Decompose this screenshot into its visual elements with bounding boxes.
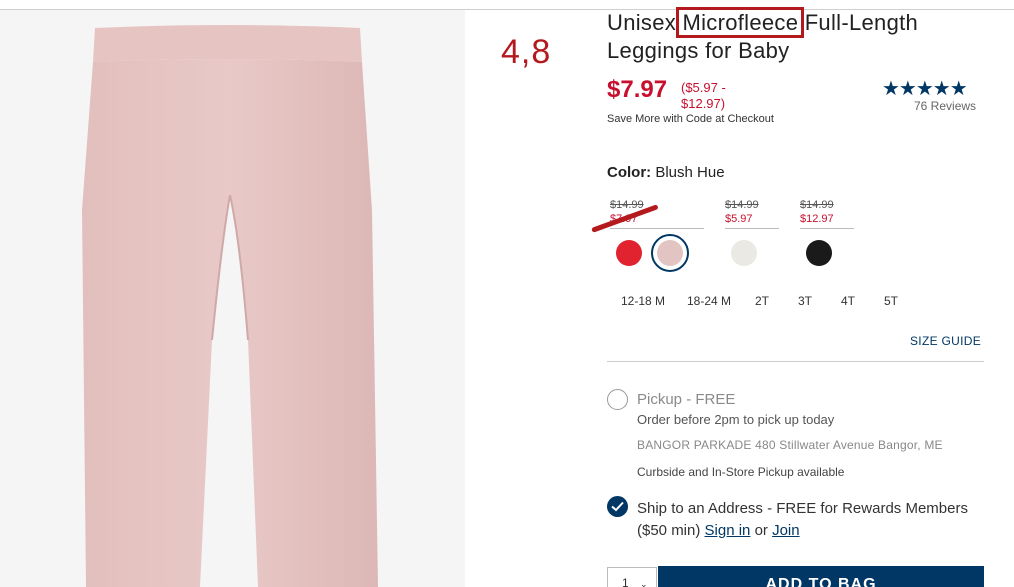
current-price: $7.97 [607, 76, 668, 103]
price-group-3: $14.99 $12.97 [800, 198, 854, 229]
size-2t[interactable]: 2T [755, 294, 769, 308]
sale-price: $5.97 [725, 213, 753, 225]
price-group-rule [725, 228, 779, 229]
quantity-value: 1 [622, 576, 629, 587]
size-12-18m[interactable]: 12-18 M [621, 294, 665, 308]
checkmark-icon [611, 501, 624, 512]
section-divider [607, 361, 984, 362]
ship-option-text: Ship to an Address - FREE for Rewards Me… [637, 498, 977, 542]
ship-or: or [754, 522, 768, 539]
promo-text: Save More with Code at Checkout [607, 113, 774, 125]
reviews-link[interactable]: 76 Reviews [914, 99, 976, 113]
price-group-1: $14.99 $7.97 [610, 198, 704, 229]
sign-in-link[interactable]: Sign in [705, 522, 751, 539]
color-label: Color: Blush Hue [607, 164, 725, 181]
leggings-image [82, 25, 378, 587]
curbside-note: Curbside and In-Store Pickup available [637, 465, 845, 479]
product-title: Unisex Microfleece Full-Length Leggings … [607, 7, 1007, 65]
swatch-black[interactable] [806, 240, 832, 266]
add-to-bag-button[interactable]: ADD TO BAG [658, 566, 984, 587]
sale-price: $12.97 [800, 213, 834, 225]
ship-option-label: Ship to an Address - FREE for Rewards Me… [637, 500, 968, 539]
price-range: ($5.97 - $12.97) [681, 80, 726, 111]
store-address[interactable]: BANGOR PARKADE 480 Stillwater Avenue Ban… [637, 438, 943, 452]
size-5t[interactable]: 5T [884, 294, 898, 308]
annotation-rating-number: 4,8 [501, 33, 552, 71]
swatch-blush-hue-selected[interactable] [651, 234, 689, 272]
price-group-2: $14.99 $5.97 [725, 198, 779, 229]
swatch-blush-hue-fill [657, 240, 683, 266]
swatch-cream[interactable] [731, 240, 757, 266]
swatch-red[interactable] [616, 240, 642, 266]
size-guide-link[interactable]: SIZE GUIDE [910, 334, 981, 348]
pickup-subtitle: Order before 2pm to pick up today [637, 412, 835, 427]
color-value: Blush Hue [655, 164, 725, 181]
price-group-rule [800, 228, 854, 229]
size-3t[interactable]: 3T [798, 294, 812, 308]
pickup-radio[interactable] [607, 389, 628, 410]
was-price: $14.99 [800, 199, 834, 211]
star-rating-icon[interactable]: ★★★★★ [882, 76, 968, 101]
size-18-24m[interactable]: 18-24 M [687, 294, 731, 308]
was-price: $14.99 [725, 199, 759, 211]
title-prefix: Unisex [607, 10, 677, 35]
product-image[interactable] [0, 10, 465, 587]
price-group-rule [610, 228, 704, 229]
quantity-select[interactable]: 1 ⌄ [607, 567, 657, 587]
join-link[interactable]: Join [772, 522, 800, 539]
title-highlight: Microfleece [676, 7, 805, 38]
ship-checkbox[interactable] [607, 496, 628, 517]
pickup-title: Pickup - FREE [637, 391, 736, 408]
chevron-down-icon: ⌄ [640, 579, 648, 587]
color-label-key: Color: [607, 164, 652, 181]
size-4t[interactable]: 4T [841, 294, 855, 308]
